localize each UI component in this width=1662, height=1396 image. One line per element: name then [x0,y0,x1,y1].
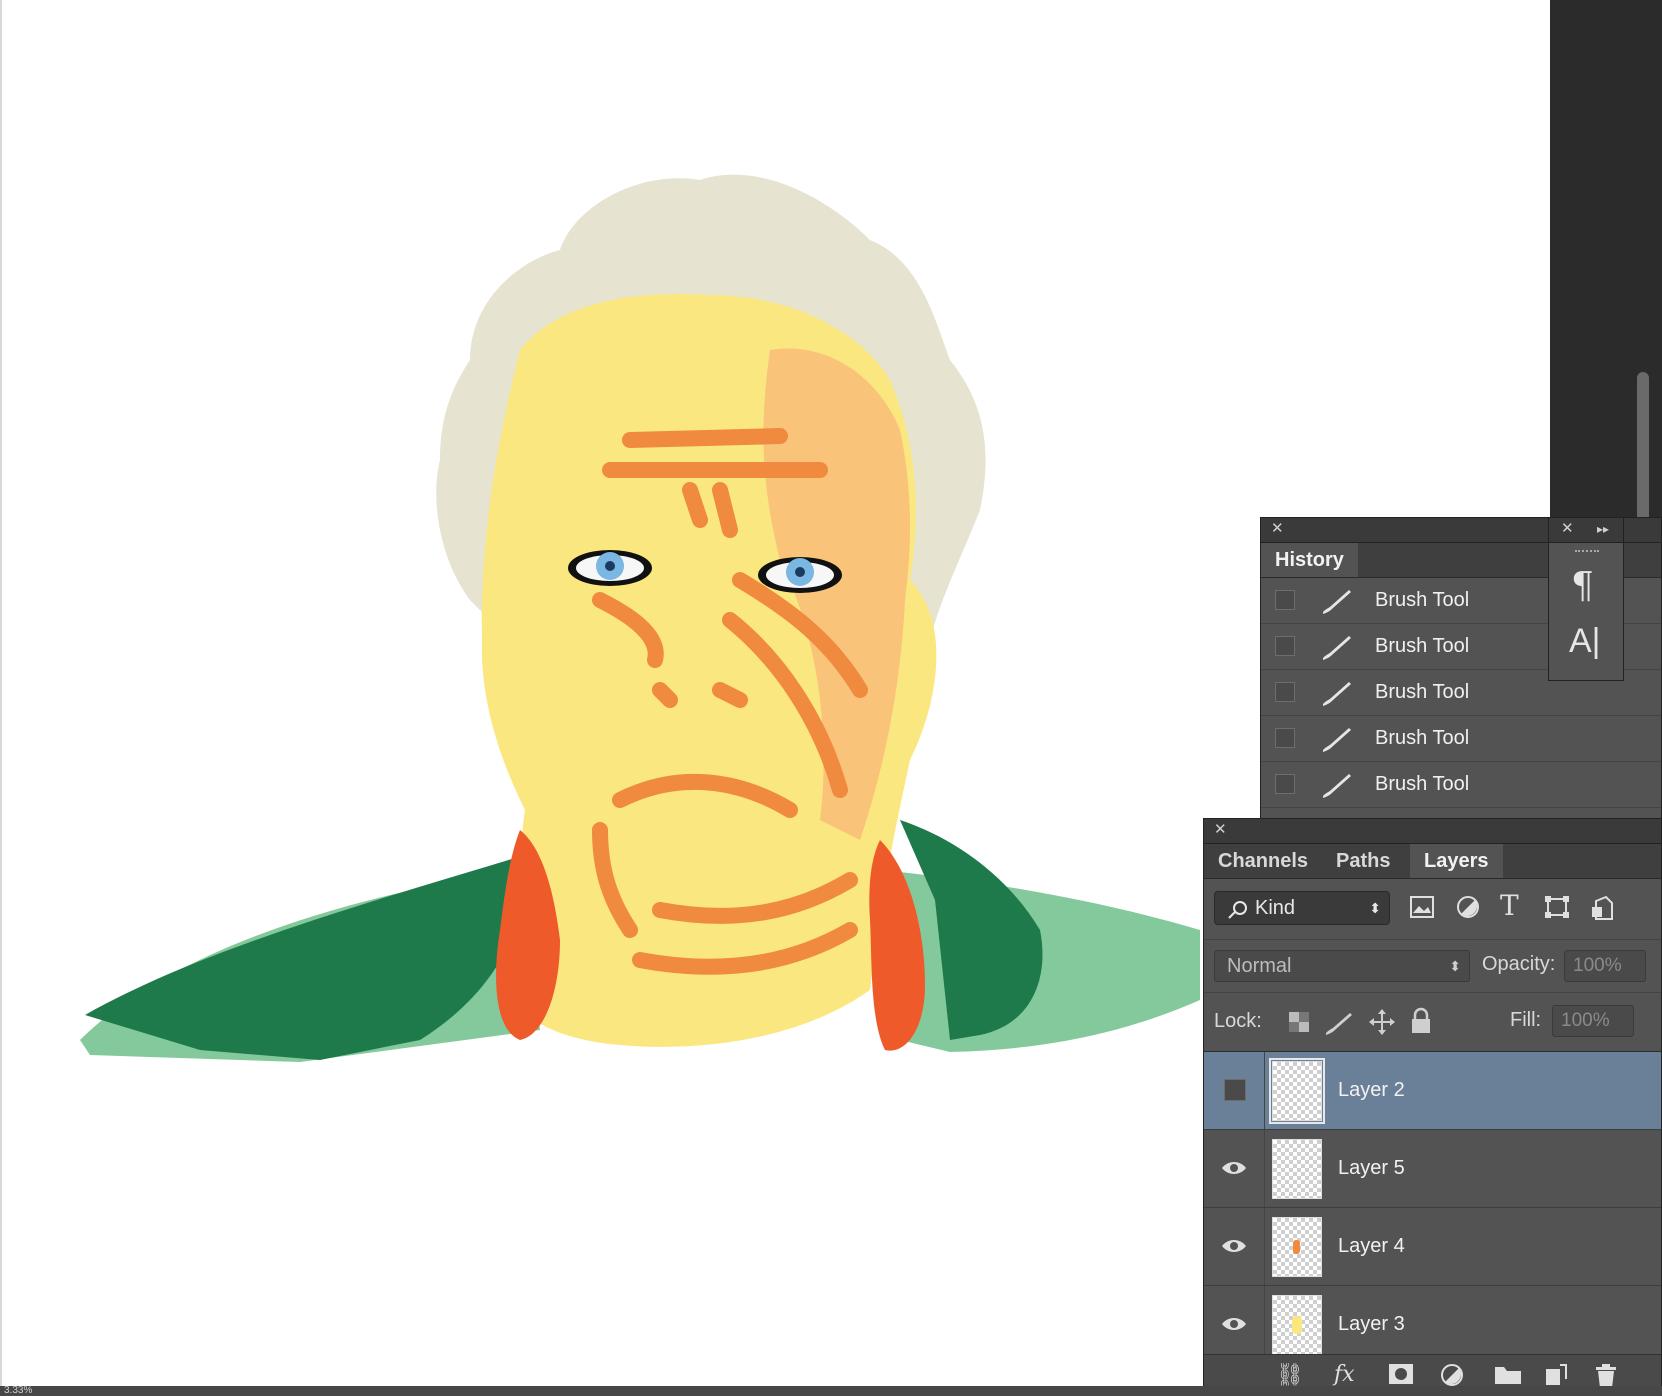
tab-channels[interactable]: Channels [1204,844,1322,878]
history-snapshot-checkbox[interactable] [1275,728,1295,748]
history-item-label: Brush Tool [1375,681,1470,703]
lock-all-icon[interactable] [1410,1007,1432,1035]
character-panel-icon[interactable]: A| [1569,622,1601,661]
lock-transparent-pixels-icon[interactable] [1288,1011,1310,1033]
layer-row[interactable]: Layer 5 [1204,1130,1661,1208]
tab-paths[interactable]: Paths [1322,844,1404,878]
dock-close-icon[interactable]: ✕ [1561,521,1574,537]
type-layer-filter-icon[interactable]: T [1500,889,1519,922]
shape-layer-filter-icon[interactable] [1544,895,1570,919]
tab-layers[interactable]: Layers [1410,844,1503,878]
layer-visibility-toggle[interactable] [1204,1286,1265,1363]
hidden-visibility-box [1224,1079,1246,1101]
layer-row[interactable]: Layer 4 [1204,1208,1661,1286]
left-eye [568,550,652,586]
history-item-label: Brush Tool [1375,727,1470,749]
layer-name[interactable]: Layer 5 [1338,1130,1405,1207]
paragraph-panel-icon[interactable]: ¶ [1571,566,1594,607]
select-arrows-icon: ⬍ [1449,958,1461,974]
history-snapshot-checkbox[interactable] [1275,682,1295,702]
brush-icon [1323,636,1351,660]
collar-right [869,840,925,1051]
status-bar [0,1386,1662,1396]
eye-icon [1222,1162,1246,1174]
layer-row[interactable]: Layer 2 [1204,1052,1661,1130]
add-mask-icon[interactable] [1388,1363,1414,1385]
blend-mode-value: Normal [1227,955,1292,977]
layers-panel: ✕ Channels Paths Layers Kind ⬍ T Normal … [1203,818,1662,1396]
layer-filter-row: Kind ⬍ T [1204,879,1661,940]
eye-icon [1222,1240,1246,1252]
kind-label: Kind [1255,897,1296,919]
layers-panel-topbar[interactable]: ✕ [1204,819,1661,844]
layer-name[interactable]: Layer 3 [1338,1286,1405,1363]
layers-list: Layer 2 Layer 5 Layer 4 Layer 3 [1204,1052,1661,1364]
layers-tabbar: Channels Paths Layers [1204,844,1661,879]
right-eye [758,557,842,593]
link-layers-icon[interactable]: ⛓ [1276,1363,1304,1387]
dock-topbar[interactable]: ✕ ▸▸ [1549,518,1623,543]
history-item-label: Brush Tool [1375,635,1470,657]
adjustment-layer-icon[interactable] [1440,1363,1464,1387]
fill-label: Fill: [1510,1009,1542,1031]
history-item[interactable]: Brush Tool [1261,762,1661,808]
collapsed-panel-dock: ✕ ▸▸ ¶ A| [1548,517,1624,681]
lock-options-row: Lock: Fill: 100% [1204,993,1661,1052]
expand-panels-icon[interactable]: ▸▸ [1597,521,1609,537]
fill-field[interactable]: 100% [1552,1005,1634,1037]
select-arrows-icon: ⬍ [1369,900,1381,916]
layer-thumbnail[interactable] [1272,1295,1322,1355]
blend-mode-select[interactable]: Normal ⬍ [1214,950,1470,982]
history-close-icon[interactable]: ✕ [1271,521,1284,537]
brush-icon [1323,774,1351,798]
layer-name[interactable]: Layer 2 [1338,1052,1405,1129]
history-item-label: Brush Tool [1375,589,1470,611]
layer-visibility-toggle[interactable] [1204,1130,1265,1207]
search-icon [1228,901,1247,919]
layers-close-icon[interactable]: ✕ [1214,822,1227,838]
portrait-painting [80,174,1200,1062]
layer-thumbnail[interactable] [1272,1217,1322,1277]
layer-row[interactable]: Layer 3 [1204,1286,1661,1364]
adjustment-layer-filter-icon[interactable] [1456,895,1480,919]
pixel-layer-filter-icon[interactable] [1409,895,1435,919]
layer-thumbnail[interactable] [1269,1058,1325,1124]
layer-style-fx-icon[interactable]: fx [1334,1363,1355,1387]
history-snapshot-checkbox[interactable] [1275,590,1295,610]
opacity-label: Opacity: [1482,953,1556,975]
layer-visibility-toggle[interactable] [1204,1208,1265,1285]
history-snapshot-checkbox[interactable] [1275,636,1295,656]
smart-object-filter-icon[interactable] [1590,895,1614,921]
layer-thumbnail[interactable] [1272,1139,1322,1199]
lock-position-icon[interactable] [1368,1008,1396,1036]
layer-name[interactable]: Layer 4 [1338,1208,1405,1285]
thumbnail-content [1293,1240,1300,1254]
opacity-field[interactable]: 100% [1564,950,1646,982]
dock-grip-icon[interactable] [1575,550,1599,558]
eye-icon [1222,1318,1246,1330]
history-item[interactable]: Brush Tool [1261,716,1661,762]
lock-label: Lock: [1214,1010,1262,1032]
vertical-scrollbar-thumb[interactable] [1637,372,1649,522]
layer-visibility-toggle[interactable] [1204,1052,1265,1129]
zoom-level[interactable]: 3.33% [4,1386,32,1396]
brush-icon [1323,682,1351,706]
brush-icon [1323,728,1351,752]
lock-image-pixels-icon[interactable] [1322,1009,1356,1037]
new-group-folder-icon[interactable] [1494,1363,1522,1385]
brush-icon [1323,590,1351,614]
new-layer-icon[interactable] [1544,1363,1568,1387]
history-item-label: Brush Tool [1375,773,1470,795]
tab-history[interactable]: History [1261,543,1358,577]
history-snapshot-checkbox[interactable] [1275,774,1295,794]
blend-options-row: Normal ⬍ Opacity: 100% [1204,940,1661,993]
layer-kind-filter-select[interactable]: Kind ⬍ [1214,891,1390,925]
thumbnail-content [1292,1316,1302,1334]
